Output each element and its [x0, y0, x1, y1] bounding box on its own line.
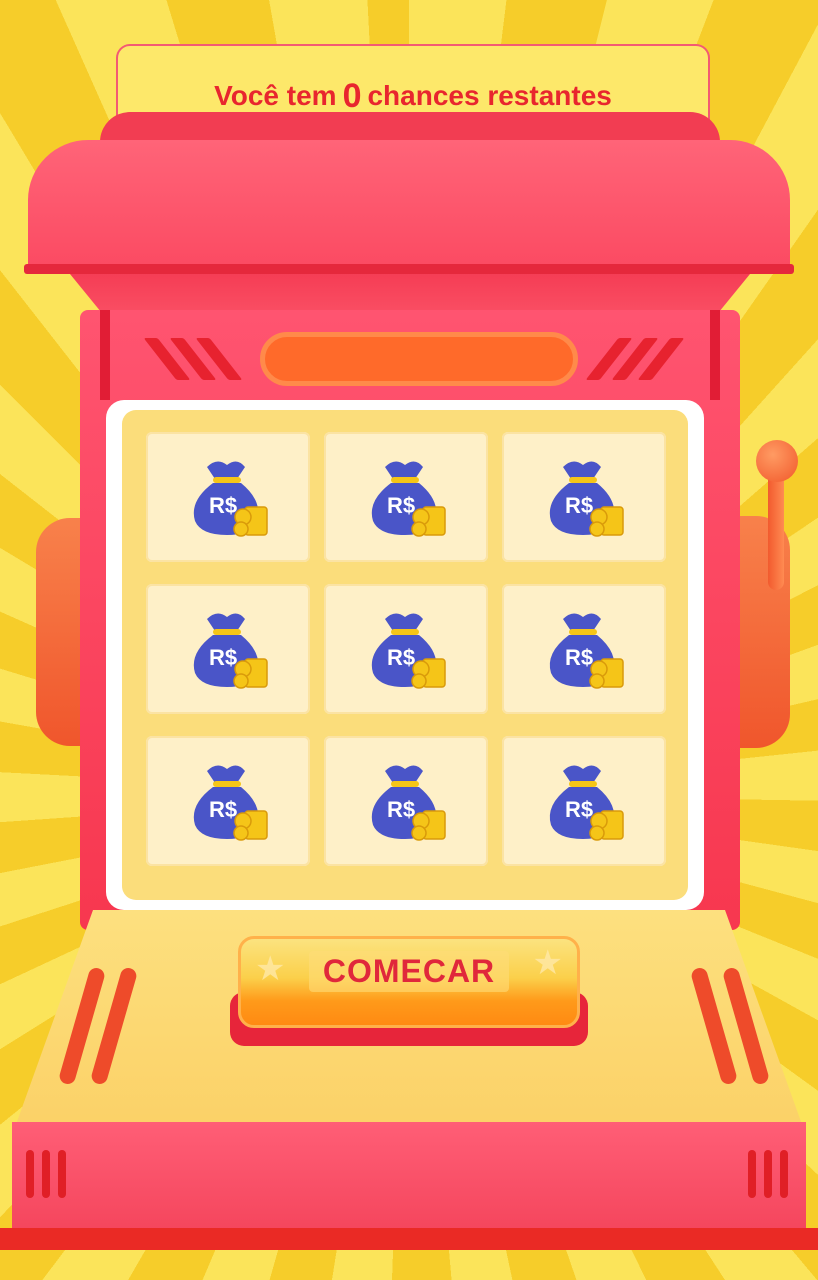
slot-cell: R$ [502, 432, 666, 562]
slot-cell: R$ [146, 736, 310, 866]
machine-head-rim [24, 264, 794, 274]
right-vents-decoration [684, 966, 774, 1086]
body-edge-left [100, 310, 110, 400]
slot-cell: R$ [502, 584, 666, 714]
left-vents-decoration [56, 966, 146, 1086]
chances-text-after: chances restantes [367, 80, 612, 111]
machine-display-slot [260, 332, 578, 386]
lever-arm[interactable] [768, 470, 784, 590]
slot-grid: R$ R$ R$ R$ R$ R$ R$ R$ R$ [122, 410, 688, 900]
machine-head [28, 140, 790, 270]
right-stripes-decoration [585, 338, 692, 380]
foot-stripes-left [26, 1150, 76, 1198]
currency-label: R$ [386, 493, 416, 518]
currency-label: R$ [386, 797, 416, 822]
slot-cell: R$ [324, 736, 488, 866]
body-edge-right [710, 310, 720, 400]
currency-label: R$ [564, 493, 594, 518]
money-bag-icon: R$ [361, 759, 451, 843]
money-bag-icon: R$ [183, 455, 273, 539]
money-bag-icon: R$ [361, 607, 451, 691]
star-icon: ★ [532, 944, 563, 982]
money-bag-icon: R$ [539, 455, 629, 539]
currency-label: R$ [208, 493, 238, 518]
money-bag-icon: R$ [361, 455, 451, 539]
currency-label: R$ [386, 645, 416, 670]
currency-label: R$ [564, 645, 594, 670]
lever-ball-icon[interactable] [756, 440, 798, 482]
left-stripes-decoration [140, 338, 243, 380]
money-bag-icon: R$ [539, 607, 629, 691]
slot-cell: R$ [324, 432, 488, 562]
chances-count: 0 [342, 76, 362, 115]
slot-cell: R$ [146, 432, 310, 562]
foot-stripes-right [748, 1150, 798, 1198]
machine-foot-bottom [0, 1228, 818, 1250]
machine-foot [12, 1122, 806, 1234]
slot-cell: R$ [324, 584, 488, 714]
money-bag-icon: R$ [539, 759, 629, 843]
money-bag-icon: R$ [183, 607, 273, 691]
star-icon: ★ [255, 950, 286, 988]
slot-cell: R$ [146, 584, 310, 714]
currency-label: R$ [208, 797, 238, 822]
start-button-label: COMECAR [308, 951, 510, 992]
slot-cell: R$ [502, 736, 666, 866]
start-button[interactable]: ★ ★ COMECAR [238, 936, 580, 1028]
chances-text-before: Você tem [214, 80, 337, 111]
currency-label: R$ [208, 645, 238, 670]
currency-label: R$ [564, 797, 594, 822]
money-bag-icon: R$ [183, 759, 273, 843]
